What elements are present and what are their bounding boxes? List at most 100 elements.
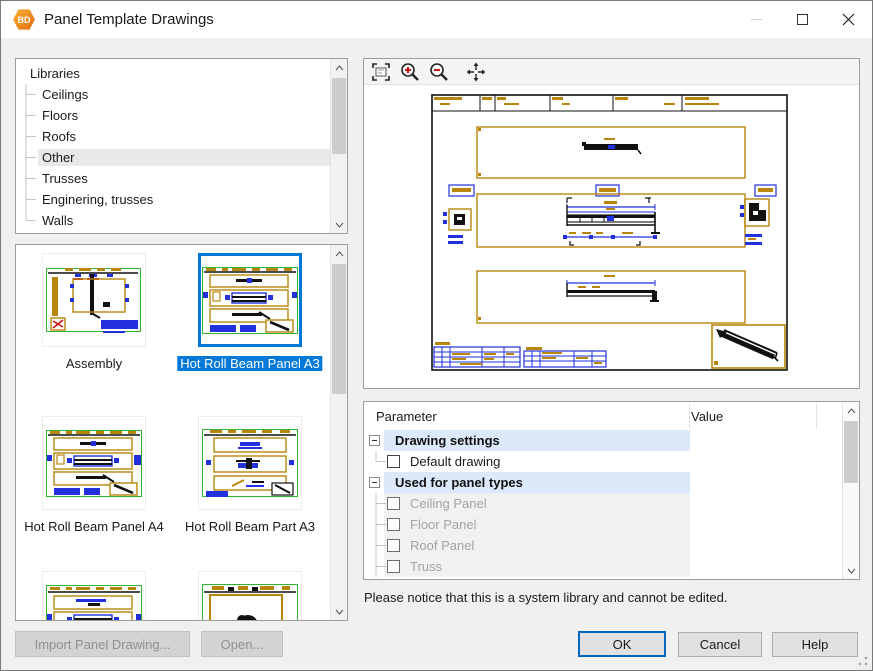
thumbnail-scrollbar[interactable] <box>330 245 347 620</box>
pan-button[interactable] <box>463 60 488 84</box>
thumbnail-label: Hot Roll Beam Panel A3 <box>177 356 322 371</box>
param-row-roof-panel[interactable]: Roof Panel <box>364 535 842 556</box>
scroll-down-icon[interactable] <box>843 562 859 579</box>
param-group-drawing-settings[interactable]: Drawing settings <box>364 430 842 451</box>
minimize-icon <box>751 19 762 20</box>
template-item-partial-left[interactable] <box>42 571 146 621</box>
floor-panel-checkbox[interactable] <box>387 518 400 531</box>
param-row-floor-panel[interactable]: Floor Panel <box>364 514 842 535</box>
param-row-truss[interactable]: Truss <box>364 556 842 577</box>
tree-scrollbar[interactable] <box>330 59 347 233</box>
thumbnail-image <box>198 416 302 510</box>
tree-connector <box>372 493 386 514</box>
scroll-down-icon[interactable] <box>331 216 347 233</box>
param-row-default-drawing[interactable]: Default drawing <box>364 451 842 472</box>
param-row-label: Ceiling Panel <box>410 496 487 511</box>
parameter-grid-header: Parameter Value <box>364 402 842 430</box>
zoom-in-button[interactable] <box>397 60 422 84</box>
beam-part-drawing-thumbnail <box>202 427 298 499</box>
tree-connector <box>16 168 38 189</box>
tree-item-walls[interactable]: Walls <box>16 210 330 231</box>
scrollbar-thumb[interactable] <box>332 264 346 394</box>
app-logo-icon: BD <box>13 9 35 31</box>
scroll-up-icon[interactable] <box>843 402 859 419</box>
open-button: Open... <box>201 631 283 657</box>
tree-connector <box>16 126 38 147</box>
param-row-label: Roof Panel <box>410 538 474 553</box>
part-drawing-thumbnail <box>202 583 298 621</box>
system-library-notice: Please notice that this is a system libr… <box>364 590 727 605</box>
zoom-in-icon <box>399 61 421 83</box>
minimize-button <box>733 2 779 37</box>
libraries-tree: Libraries Ceilings Floors Roofs Other Tr… <box>16 59 330 233</box>
template-item-hot-roll-beam-part-a3[interactable]: Hot Roll Beam Part A3 <box>198 416 302 510</box>
thumbnail-image <box>42 416 146 510</box>
preview-canvas[interactable] <box>364 85 859 388</box>
tree-item-roofs[interactable]: Roofs <box>16 126 330 147</box>
tree-connector <box>372 556 386 577</box>
window-title: Panel Template Drawings <box>44 11 214 28</box>
libraries-tree-panel: Libraries Ceilings Floors Roofs Other Tr… <box>15 58 348 234</box>
beam-panel-drawing-thumbnail <box>202 265 298 335</box>
tree-item-ceilings[interactable]: Ceilings <box>16 84 330 105</box>
preview-toolbar <box>364 59 859 85</box>
collapse-icon[interactable] <box>369 477 380 488</box>
template-item-partial-right[interactable] <box>198 571 302 621</box>
param-row-ceiling-panel[interactable]: Ceiling Panel <box>364 493 842 514</box>
tree-item-label: Walls <box>38 212 79 229</box>
ok-button[interactable]: OK <box>578 631 666 657</box>
template-thumbnail-list: Assembly <box>15 244 348 621</box>
tree-item-other[interactable]: Other <box>16 147 330 168</box>
cad-drawing-preview <box>364 85 859 388</box>
zoom-out-button[interactable] <box>426 60 451 84</box>
tree-item-trusses[interactable]: Trusses <box>16 168 330 189</box>
template-item-hot-roll-beam-panel-a4[interactable]: Hot Roll Beam Panel A4 <box>42 416 146 510</box>
scroll-up-icon[interactable] <box>331 59 347 76</box>
thumbnail-label: Assembly <box>66 356 122 371</box>
tree-item-libraries[interactable]: Libraries <box>16 63 330 84</box>
maximize-icon <box>797 14 808 25</box>
tree-item-floors[interactable]: Floors <box>16 105 330 126</box>
tree-item-label: Floors <box>38 107 84 124</box>
truss-checkbox[interactable] <box>387 560 400 573</box>
template-item-assembly[interactable]: Assembly <box>42 253 146 347</box>
tree-connector <box>16 189 38 210</box>
thumbnail-image <box>42 571 146 621</box>
scroll-up-icon[interactable] <box>331 245 347 262</box>
drawing-preview-panel <box>363 58 860 389</box>
zoom-out-icon <box>428 61 450 83</box>
help-button[interactable]: Help <box>772 632 858 657</box>
template-item-hot-roll-beam-panel-a3[interactable]: Hot Roll Beam Panel A3 <box>198 253 302 347</box>
param-group-label: Drawing settings <box>395 433 500 448</box>
tree-connector <box>372 451 386 472</box>
tree-connector <box>16 84 38 105</box>
resize-grip[interactable] <box>858 656 868 666</box>
parameter-scrollbar[interactable] <box>842 402 859 579</box>
close-button[interactable] <box>825 2 871 37</box>
column-header-value: Value <box>691 409 723 424</box>
param-group-used-for-panel-types[interactable]: Used for panel types <box>364 472 842 493</box>
tree-item-label: Enginering, trusses <box>38 191 159 208</box>
tree-item-label: Trusses <box>38 170 94 187</box>
beam-panel-drawing-thumbnail <box>45 583 143 621</box>
tree-item-enginering-trusses[interactable]: Enginering, trusses <box>16 189 330 210</box>
thumbnail-label: Hot Roll Beam Panel A4 <box>24 519 163 534</box>
param-row-label: Truss <box>410 559 442 574</box>
scrollbar-thumb[interactable] <box>844 421 858 483</box>
ceiling-panel-checkbox[interactable] <box>387 497 400 510</box>
thumbnail-label: Hot Roll Beam Part A3 <box>185 519 315 534</box>
assembly-drawing-thumbnail <box>45 264 143 336</box>
param-row-label: Default drawing <box>410 454 500 469</box>
tree-connector <box>16 105 38 126</box>
collapse-icon[interactable] <box>369 435 380 446</box>
default-drawing-checkbox[interactable] <box>387 455 400 468</box>
maximize-button[interactable] <box>779 2 825 37</box>
roof-panel-checkbox[interactable] <box>387 539 400 552</box>
scrollbar-thumb[interactable] <box>332 78 346 154</box>
fit-to-window-button[interactable] <box>368 60 393 84</box>
cancel-button[interactable]: Cancel <box>678 632 762 657</box>
tree-connector <box>16 147 38 168</box>
tree-item-label: Roofs <box>38 128 82 145</box>
scroll-down-icon[interactable] <box>331 603 347 620</box>
thumbnail-image-selected <box>198 253 302 347</box>
